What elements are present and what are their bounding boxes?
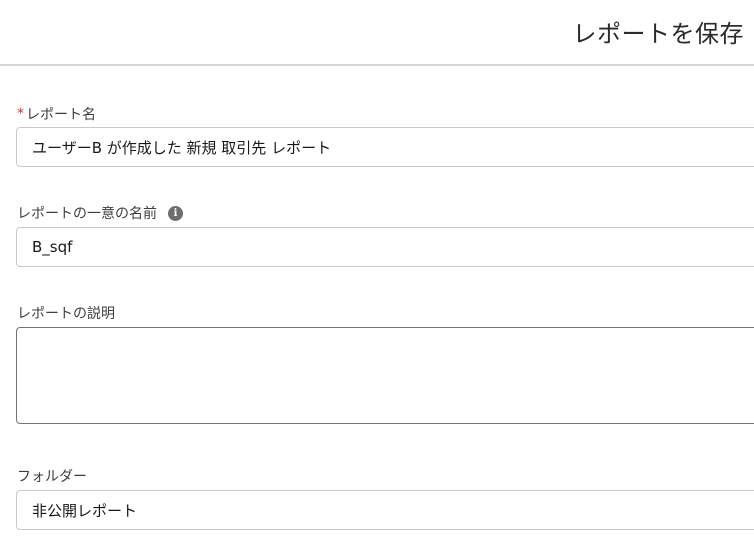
- description-textarea[interactable]: [16, 327, 754, 424]
- description-label-text: レポートの説明: [17, 306, 115, 322]
- description-label: レポートの説明: [17, 303, 115, 323]
- report-name-value: ユーザーB が作成した 新規 取引先 レポート: [32, 138, 332, 157]
- folder-label-text: フォルダー: [17, 469, 87, 485]
- unique-name-label: レポートの一意の名前 i: [17, 203, 183, 223]
- report-name-label: * レポート名: [17, 104, 96, 124]
- required-marker: *: [17, 106, 24, 122]
- report-name-label-text: レポート名: [26, 107, 96, 123]
- info-icon[interactable]: i: [168, 205, 183, 221]
- modal-header: レポートを保存: [0, 0, 754, 66]
- folder-input[interactable]: 非公開レポート: [16, 490, 754, 530]
- unique-name-value: B_sqf: [32, 238, 73, 256]
- unique-name-input[interactable]: B_sqf: [16, 227, 754, 267]
- unique-name-label-text: レポートの一意の名前: [17, 206, 157, 222]
- save-report-form: * レポート名 ユーザーB が作成した 新規 取引先 レポート レポートの一意の…: [0, 66, 754, 548]
- folder-value: 非公開レポート: [32, 501, 138, 520]
- modal-title: レポートを保存: [572, 20, 744, 48]
- folder-label: フォルダー: [17, 466, 87, 486]
- report-name-input[interactable]: ユーザーB が作成した 新規 取引先 レポート: [16, 127, 754, 167]
